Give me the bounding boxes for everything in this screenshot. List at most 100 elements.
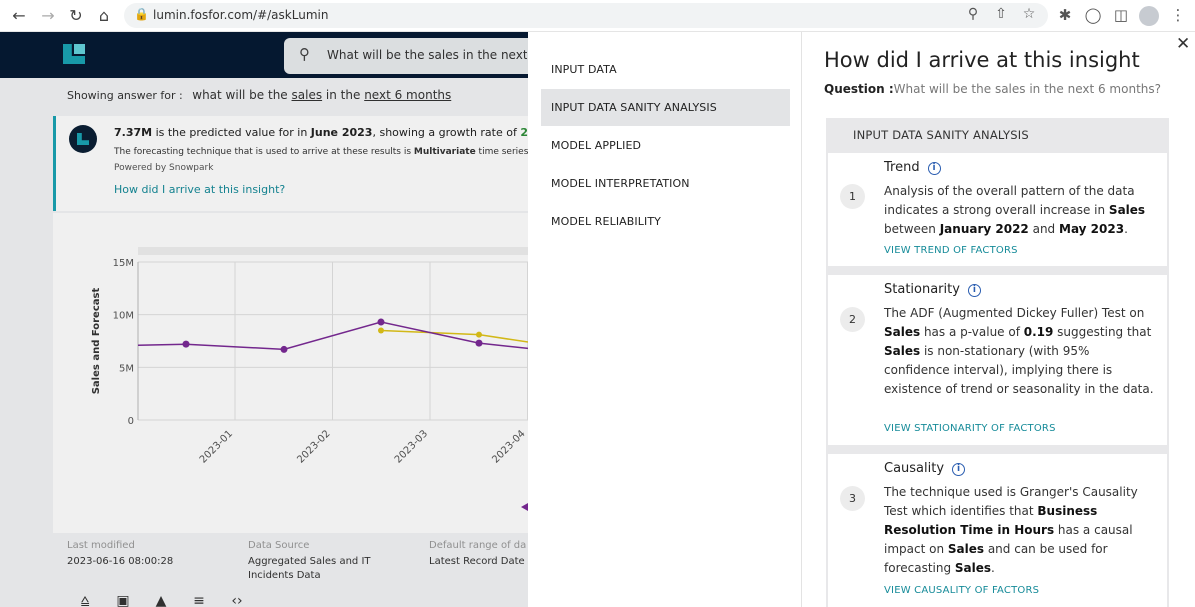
default-range-value: Latest Record Date xyxy=(429,556,525,567)
info-icon[interactable]: i xyxy=(967,284,981,297)
x-tick-label: 2023-02 xyxy=(295,428,332,465)
question-value: What will be the sales in the next 6 mon… xyxy=(893,82,1162,96)
stationarity-item: 2 Stationarity i The ADF (Augmented Dicke… xyxy=(828,275,1167,445)
y-tick-label: 15M xyxy=(113,258,134,269)
forecast-chart-card: 15M 10M 5M 0 2023-01 2023-02 2023-03 2023-04 Sal… xyxy=(53,213,529,533)
trend-item: 1 Trend i Analysis of the overall pattern… xyxy=(828,153,1167,266)
trend-title: Trend xyxy=(884,160,920,175)
question-label: Question : xyxy=(824,82,894,96)
reload-icon[interactable]: ↻ xyxy=(66,6,86,26)
technique-prefix: The forecasting technique that is used t… xyxy=(114,147,414,157)
answer-card: 7.37M is the predicted value for in June… xyxy=(53,116,547,211)
chart-toolbar-strip xyxy=(138,247,528,255)
y-tick-label: 10M xyxy=(113,311,134,322)
data-point xyxy=(280,345,288,353)
data-point xyxy=(377,318,385,326)
share-icon[interactable]: ⇧ xyxy=(992,6,1010,22)
search-icon: ⚲ xyxy=(299,45,310,63)
forecast-chart: 15M 10M 5M 0 2023-01 2023-02 2023-03 2023-04 Sal… xyxy=(91,247,529,511)
query-prefix: what will be the xyxy=(192,88,288,102)
showing-label: Showing answer for : xyxy=(67,89,183,102)
causality-item: 3 Causality i The technique used is Grang… xyxy=(828,454,1167,607)
y-tick-label: 5M xyxy=(119,363,134,374)
item-title: Stationarity i xyxy=(884,282,981,297)
nav-model-applied[interactable]: MODEL APPLIED xyxy=(541,127,790,164)
nav-input-data-sanity-analysis[interactable]: INPUT DATA SANITY ANALYSIS xyxy=(541,89,790,126)
view-trend-link[interactable]: VIEW TREND OF FACTORS xyxy=(884,245,1018,256)
section-title: INPUT DATA SANITY ANALYSIS xyxy=(853,128,1029,142)
data-point xyxy=(476,331,482,338)
zoom-icon[interactable]: ⚲ xyxy=(964,6,982,22)
comment-icon[interactable]: ▣ xyxy=(113,593,133,607)
add-to-list-icon[interactable]: ≡ xyxy=(189,593,209,607)
nav-input-data[interactable]: INPUT DATA xyxy=(541,51,790,88)
pin-icon[interactable]: ▲ xyxy=(151,593,171,607)
showing-answer-bar: Showing answer for : what will be the sa… xyxy=(67,88,451,102)
predicted-value: 7.37M xyxy=(114,126,153,139)
step-number: 1 xyxy=(840,184,865,209)
stationarity-body: The ADF (Augmented Dickey Fuller) Test o… xyxy=(884,306,1154,396)
lumin-logo-accent xyxy=(74,44,85,54)
x-tick-label: 2023-04 xyxy=(490,428,527,465)
view-causality-link[interactable]: VIEW CAUSALITY OF FACTORS xyxy=(884,585,1039,596)
info-icon[interactable]: i xyxy=(952,463,966,476)
data-source-label: Data Source xyxy=(248,540,310,551)
last-modified-label: Last modified xyxy=(67,540,135,551)
trend-body: Analysis of the overall pattern of the d… xyxy=(884,184,1146,236)
close-icon[interactable]: ✕ xyxy=(1176,34,1190,54)
extensions-icon[interactable]: ✱ xyxy=(1055,6,1075,24)
predicted-month: June 2023 xyxy=(310,126,373,139)
y-axis-label: Sales and Forecast xyxy=(91,288,102,395)
query-token-period[interactable]: next 6 months xyxy=(364,88,451,102)
data-point xyxy=(475,339,483,347)
meta-last-modified: Last modified 2023-06-16 08:00:28 xyxy=(67,540,173,569)
search-box[interactable]: ⚲ What will be the sales in the next 6 m… xyxy=(284,38,528,74)
address-bar[interactable]: 🔒 lumin.fosfor.com/#/askLumin ⚲ ⇧ ☆ xyxy=(124,3,1048,28)
nav-model-interpretation[interactable]: MODEL INTERPRETATION xyxy=(541,165,790,202)
nav-model-reliability[interactable]: MODEL RELIABILITY xyxy=(541,203,790,240)
how-did-i-arrive-link[interactable]: How did I arrive at this insight? xyxy=(114,183,285,196)
info-icon[interactable]: i xyxy=(927,162,941,175)
home-icon[interactable]: ⌂ xyxy=(94,6,114,26)
share-icon[interactable]: ⩠ xyxy=(75,593,95,607)
profile-avatar-icon[interactable] xyxy=(1139,6,1159,26)
powered-by: Powered by Snowpark xyxy=(114,163,214,173)
meta-default-range: Default range of da Latest Record Date xyxy=(429,540,528,569)
side-panel-icon[interactable]: ◫ xyxy=(1111,6,1131,24)
data-point xyxy=(378,327,384,334)
view-stationarity-link[interactable]: VIEW STATIONARITY OF FACTORS xyxy=(884,423,1056,434)
meta-data-source: Data Source Aggregated Sales and IT Inci… xyxy=(248,540,398,583)
item-title: Causality i xyxy=(884,461,966,476)
last-modified-value: 2023-06-16 08:00:28 xyxy=(67,556,174,567)
forward-arrow-icon[interactable]: → xyxy=(38,6,58,26)
back-arrow-icon[interactable]: ← xyxy=(9,6,29,26)
extension-icon[interactable]: ◯ xyxy=(1083,6,1103,24)
lumin-avatar-icon xyxy=(69,125,97,153)
x-tick-label: 2023-01 xyxy=(198,428,235,465)
bookmark-star-icon[interactable]: ☆ xyxy=(1020,6,1038,22)
query-token-sales[interactable]: sales xyxy=(292,88,323,102)
detail-title: How did I arrive at this insight xyxy=(824,48,1140,72)
query-text: what will be the sales in the next 6 mon… xyxy=(192,88,451,102)
step-number: 2 xyxy=(840,307,865,332)
data-source-value: Aggregated Sales and IT Incidents Data xyxy=(248,556,371,581)
stationarity-title: Stationarity xyxy=(884,282,960,297)
causality-title: Causality xyxy=(884,461,945,476)
query-mid: in the xyxy=(325,88,361,102)
sanity-analysis-section: INPUT DATA SANITY ANALYSIS 1 Trend i Anal… xyxy=(826,118,1169,607)
menu-kebab-icon[interactable]: ⋮ xyxy=(1168,6,1188,24)
url-text: lumin.fosfor.com/#/askLumin xyxy=(153,8,329,22)
main-content: Showing answer for : what will be the sa… xyxy=(0,78,547,607)
technique-text: The forecasting technique that is used t… xyxy=(114,147,528,157)
app-header: ⚲ What will be the sales in the next 6 m… xyxy=(0,32,528,78)
legend-marker xyxy=(521,503,528,511)
x-tick-label: 2023-03 xyxy=(393,428,430,465)
item-title: Trend i xyxy=(884,160,941,175)
default-range-label: Default range of da xyxy=(429,540,527,551)
technique-tail: time series xyxy=(475,147,529,157)
search-input[interactable]: What will be the sales in the next 6 mon… xyxy=(327,48,527,62)
summary-tail: , showing a growth rate of xyxy=(372,126,521,139)
technique-name: Multivariate xyxy=(413,147,476,157)
code-icon[interactable]: ‹› xyxy=(227,593,247,607)
data-point xyxy=(182,340,190,348)
